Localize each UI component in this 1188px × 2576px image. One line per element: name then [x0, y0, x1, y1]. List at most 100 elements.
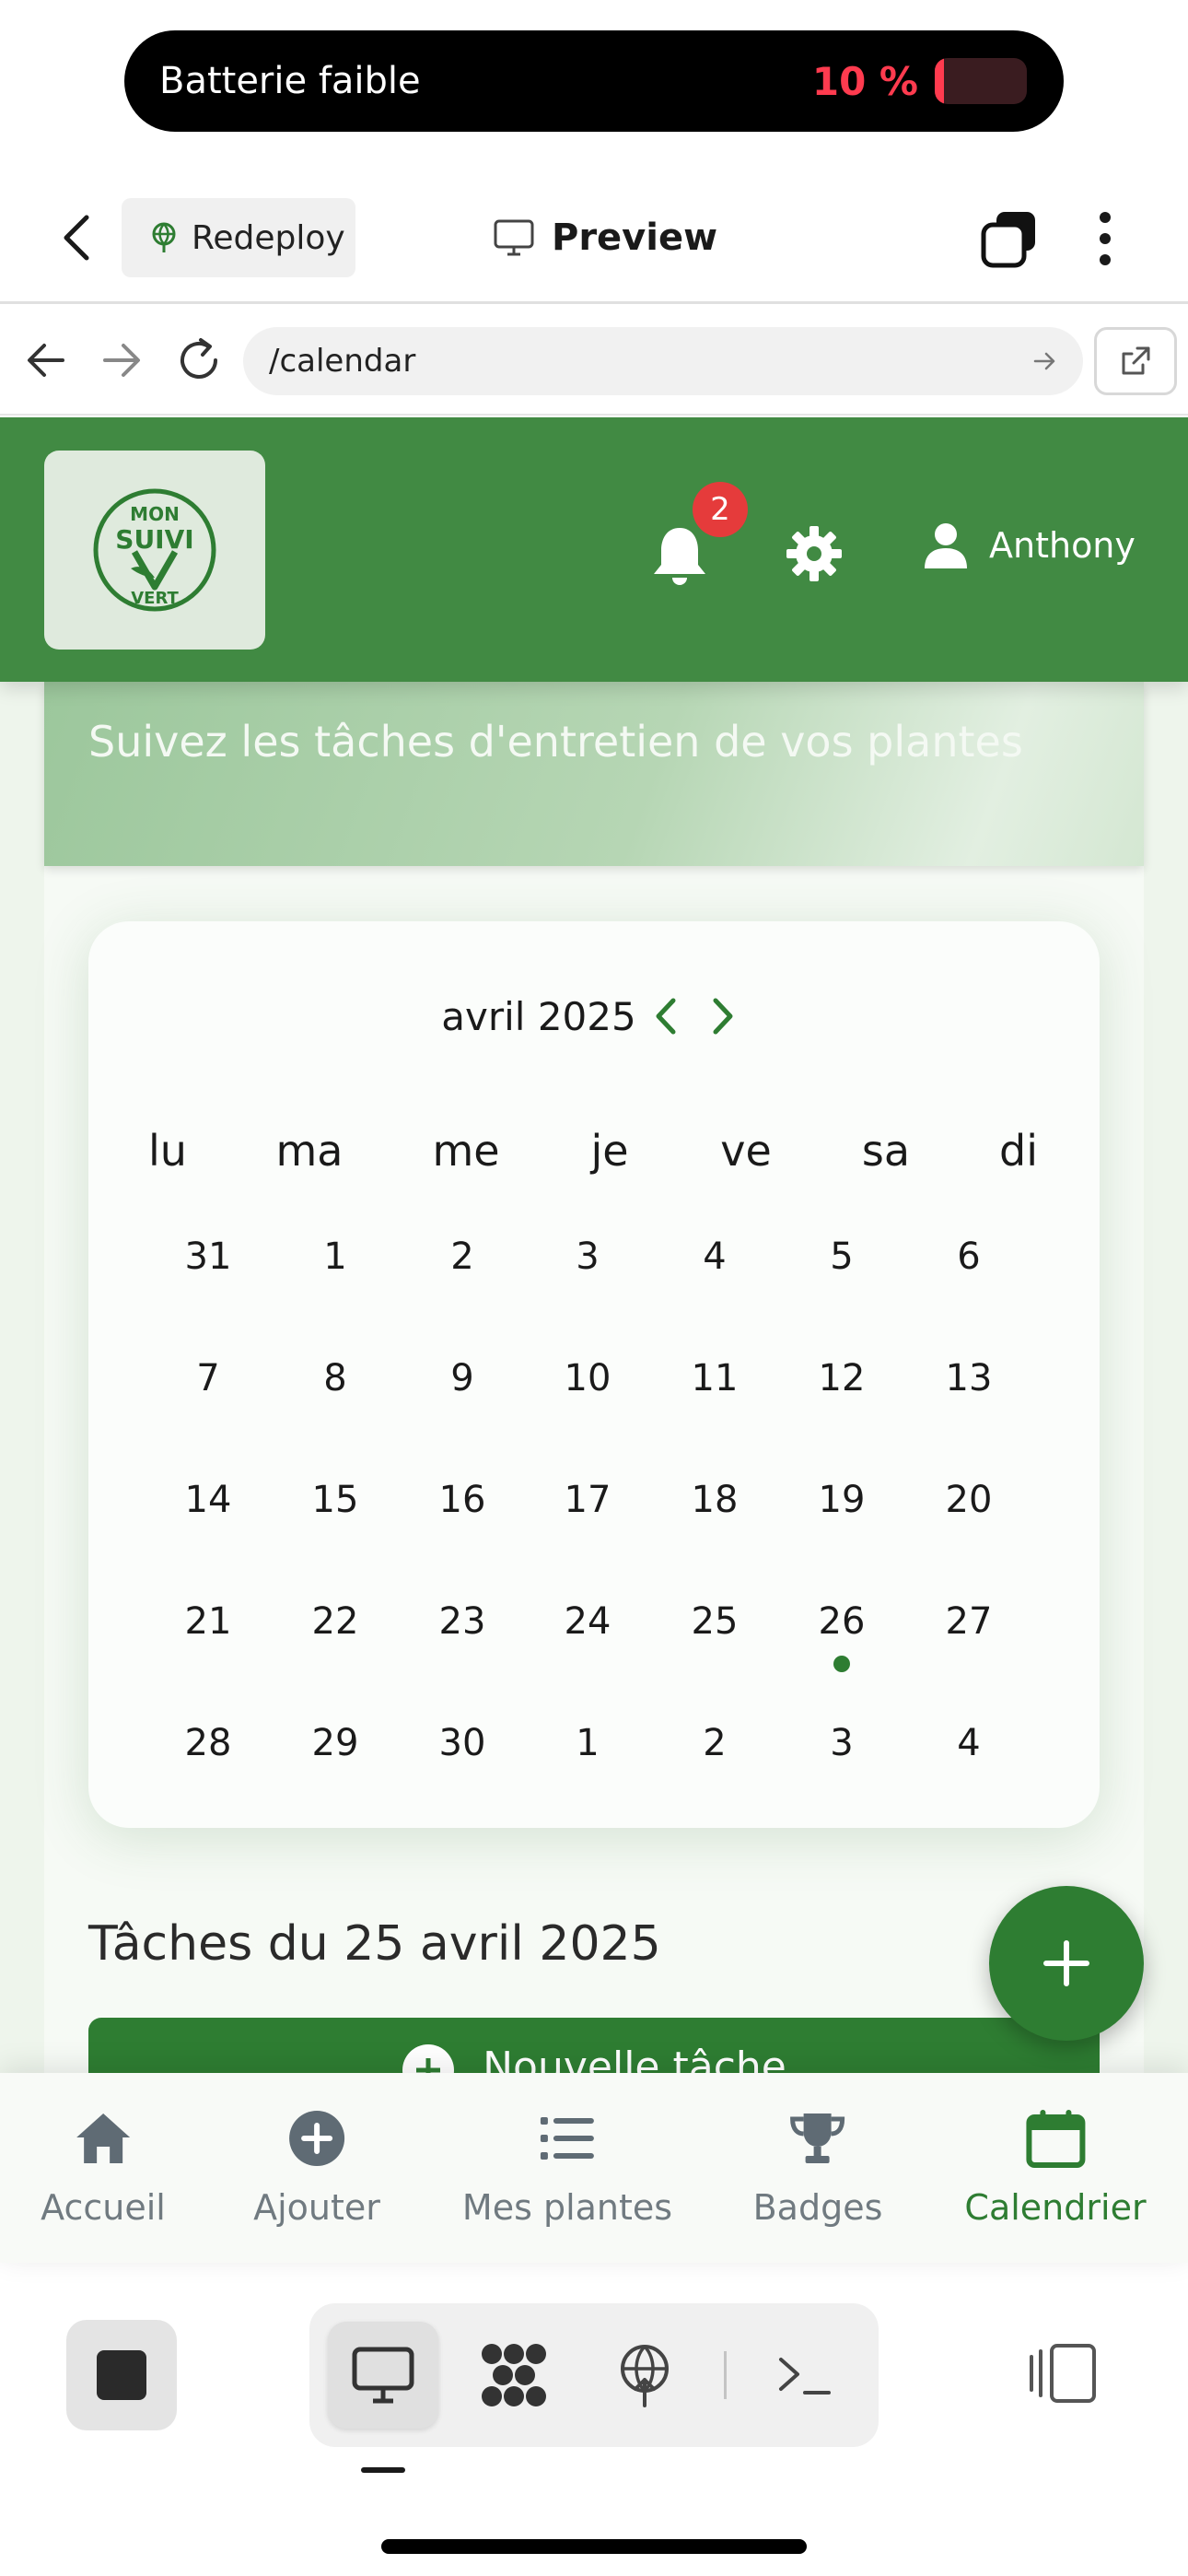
calendar-day[interactable]: 13 — [946, 1357, 993, 1399]
hero-subtitle: Suivez les tâches d'entretien de vos pla… — [88, 717, 1023, 767]
deploy-mode-button[interactable] — [589, 2322, 700, 2429]
nav-item-badges[interactable]: Badges — [752, 2106, 883, 2228]
nav-label-badges: Badges — [752, 2187, 883, 2228]
calendar-day[interactable]: 31 — [185, 1235, 232, 1278]
calendar-day[interactable]: 3 — [576, 1235, 599, 1278]
go-arrow-icon[interactable] — [1031, 347, 1059, 375]
home-icon — [76, 2113, 130, 2163]
monitor-icon — [494, 219, 534, 256]
calendar-day[interactable]: 29 — [312, 1722, 359, 1764]
preview-mode-button[interactable] — [328, 2322, 438, 2429]
user-menu[interactable]: Anthony — [921, 521, 1136, 570]
terminal-mode-button[interactable] — [750, 2322, 860, 2429]
browser-back-icon[interactable] — [20, 334, 72, 386]
calendar-day[interactable]: 18 — [692, 1479, 739, 1521]
battery-icon — [935, 58, 1027, 104]
active-mode-underline — [361, 2467, 405, 2473]
calendar-day[interactable]: 10 — [565, 1357, 611, 1399]
redeploy-button[interactable]: Redeploy — [122, 198, 355, 277]
url-text: /calendar — [269, 343, 416, 380]
calendar-day[interactable]: 20 — [946, 1479, 993, 1521]
calendar-day[interactable]: 26 — [819, 1600, 866, 1643]
globe-upload-icon — [621, 2345, 669, 2407]
previous-month-icon[interactable] — [642, 991, 692, 1041]
weekday-header: di — [999, 1126, 1038, 1176]
preview-title: Preview — [493, 201, 717, 275]
redeploy-label: Redeploy — [192, 218, 345, 257]
external-link-icon — [1122, 346, 1150, 375]
calendar-day[interactable]: 3 — [830, 1722, 853, 1764]
calendar-day[interactable]: 4 — [703, 1235, 726, 1278]
stop-icon — [97, 2350, 146, 2400]
view-mode-switcher — [309, 2303, 879, 2447]
apps-mode-button[interactable] — [459, 2322, 569, 2429]
settings-gear-icon[interactable] — [785, 524, 844, 583]
globe-icon — [152, 222, 176, 252]
plus-icon — [1043, 1940, 1089, 1986]
calendar-day[interactable]: 7 — [196, 1357, 219, 1399]
add-task-fab[interactable] — [989, 1886, 1144, 2041]
calendar-day[interactable]: 1 — [323, 1235, 346, 1278]
app-logo[interactable]: MON SUIVI VERT — [44, 451, 265, 650]
browser-forward-icon[interactable] — [96, 334, 147, 386]
calendar-day[interactable]: 6 — [957, 1235, 980, 1278]
calendar-day[interactable]: 4 — [957, 1722, 980, 1764]
calendar-day[interactable]: 28 — [185, 1722, 232, 1764]
nav-item-mes-plantes[interactable]: Mes plantes — [462, 2106, 672, 2228]
mon-suivi-vert-logo: MON SUIVI VERT — [93, 488, 216, 612]
tabs-icon[interactable] — [978, 208, 1039, 269]
calendar-day[interactable]: 12 — [819, 1357, 866, 1399]
nav-item-ajouter[interactable]: Ajouter — [253, 2106, 380, 2228]
nav-item-calendrier[interactable]: Calendrier — [964, 2106, 1147, 2228]
reload-icon[interactable] — [173, 334, 225, 386]
side-panel-icon[interactable] — [1026, 2340, 1100, 2406]
nav-label-ajouter: Ajouter — [253, 2187, 380, 2228]
calendar-day[interactable]: 1 — [576, 1722, 599, 1764]
calendar-day[interactable]: 23 — [439, 1600, 486, 1643]
calendar-day[interactable]: 11 — [692, 1357, 739, 1399]
notifications-bell-icon[interactable] — [650, 524, 709, 589]
low-battery-banner: Batterie faible 10 % — [124, 30, 1064, 132]
add-circle-icon — [288, 2111, 344, 2166]
segment-divider — [724, 2351, 727, 2399]
next-month-icon[interactable] — [697, 991, 747, 1041]
calendar-day[interactable]: 15 — [312, 1479, 359, 1521]
calendar-header: avril 2025 — [88, 991, 1100, 1041]
calendar-day[interactable]: 2 — [450, 1235, 473, 1278]
calendar-day[interactable]: 27 — [946, 1600, 993, 1643]
nav-label-mes-plantes: Mes plantes — [461, 2187, 673, 2228]
banner-title: Batterie faible — [159, 60, 421, 102]
battery-indicator: 10 % — [812, 58, 1027, 104]
calendar-day[interactable]: 5 — [830, 1235, 853, 1278]
url-input[interactable]: /calendar — [243, 327, 1083, 395]
weekday-header: me — [432, 1126, 500, 1176]
calendar-day[interactable]: 9 — [450, 1357, 473, 1399]
weekday-header: ve — [720, 1126, 772, 1176]
battery-percent: 10 % — [811, 58, 918, 104]
app-top-bar: Redeploy Preview — [0, 173, 1188, 304]
logo-line-2: SUIVI — [115, 524, 193, 555]
stop-button[interactable] — [66, 2320, 177, 2430]
logo-line-3: VERT — [131, 589, 179, 608]
weekday-header: je — [590, 1126, 629, 1176]
nav-item-accueil[interactable]: Accueil — [41, 2106, 166, 2228]
open-external-button[interactable] — [1094, 327, 1177, 395]
more-menu-icon[interactable] — [1087, 208, 1124, 269]
calendar-day[interactable]: 24 — [565, 1600, 611, 1643]
battery-fill — [935, 58, 944, 104]
home-indicator — [381, 2539, 807, 2554]
calendar-day[interactable]: 30 — [439, 1722, 486, 1764]
calendar-day[interactable]: 19 — [819, 1479, 866, 1521]
calendar-day[interactable]: 21 — [185, 1600, 232, 1643]
calendar-day[interactable]: 2 — [703, 1722, 726, 1764]
calendar-day[interactable]: 16 — [439, 1479, 486, 1521]
calendar-day[interactable]: 25 — [692, 1600, 739, 1643]
calendar-day[interactable]: 14 — [185, 1479, 232, 1521]
calendar-day[interactable]: 8 — [323, 1357, 346, 1399]
app-header: MON SUIVI VERT 2 Anthony — [0, 417, 1188, 682]
hero-banner: Suivez les tâches d'entretien de vos pla… — [44, 682, 1144, 866]
calendar-day[interactable]: 22 — [312, 1600, 359, 1643]
calendar-day[interactable]: 17 — [565, 1479, 611, 1521]
back-chevron-icon[interactable] — [55, 212, 101, 263]
monitor-icon — [352, 2347, 414, 2404]
